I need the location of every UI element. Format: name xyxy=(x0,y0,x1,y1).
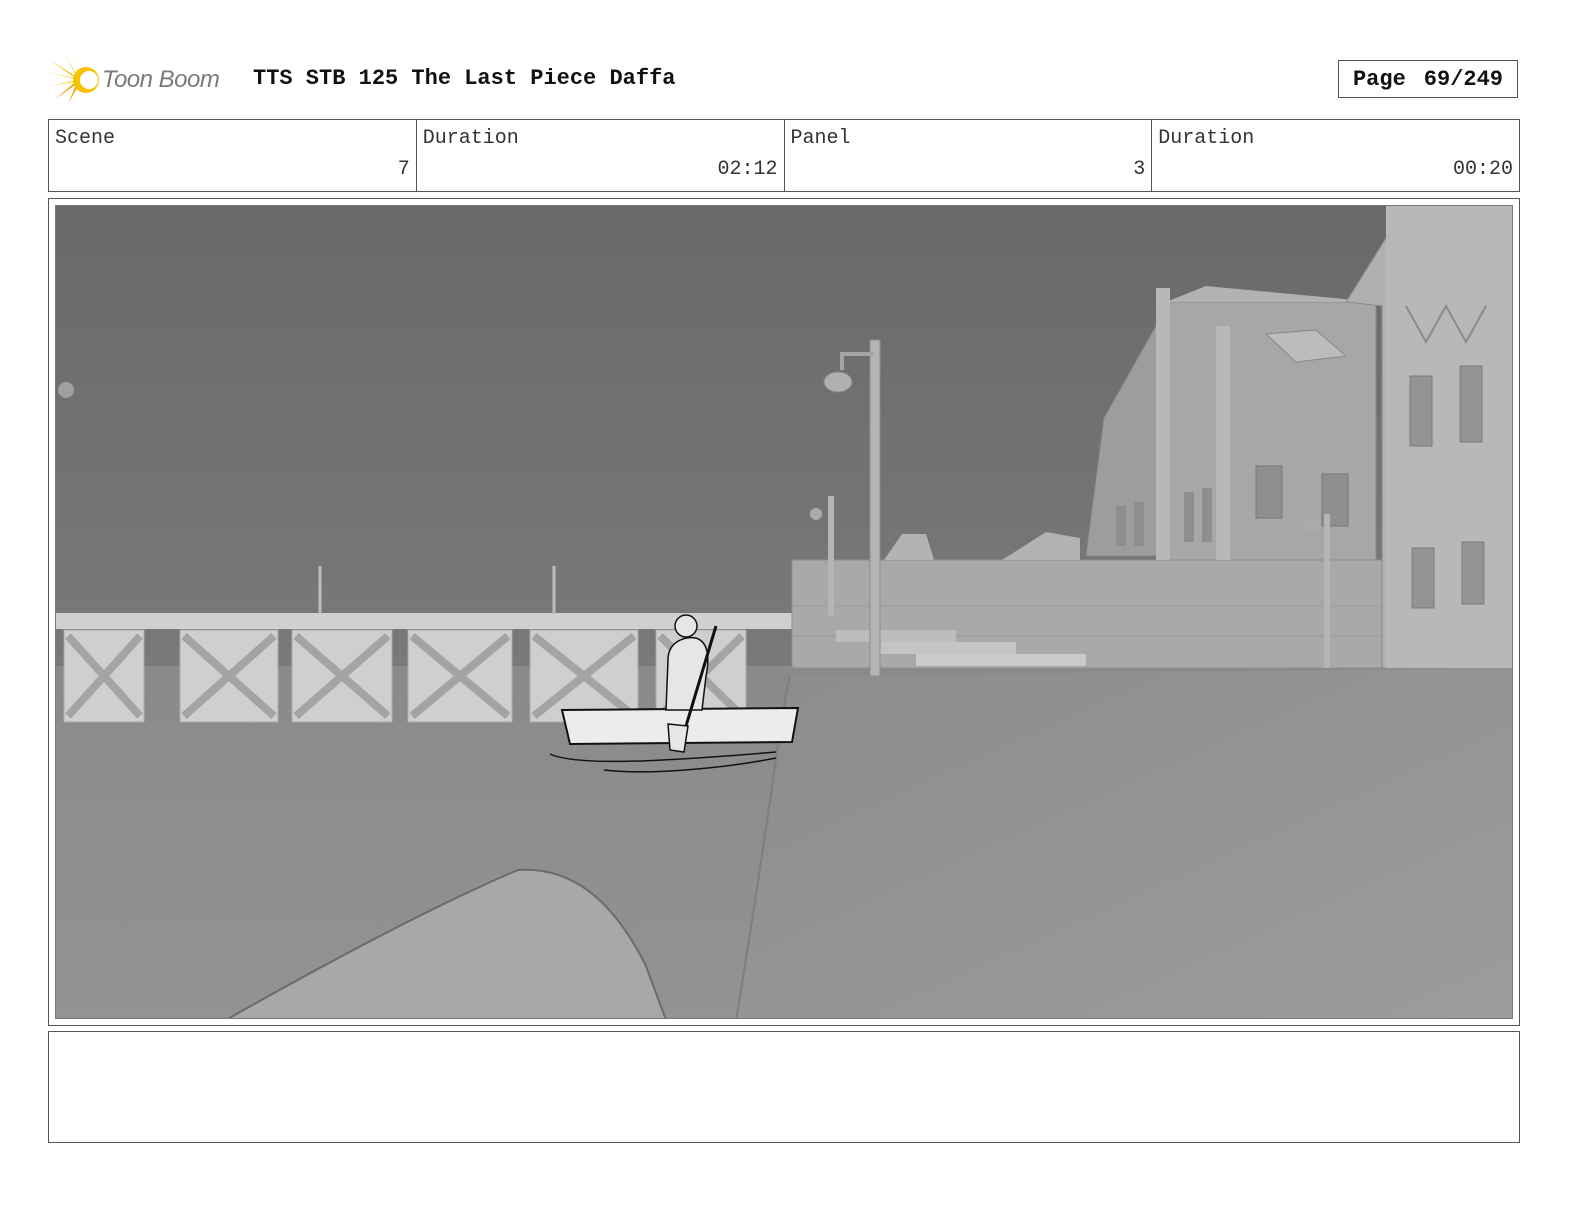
panel-duration-label: Duration xyxy=(1158,127,1255,150)
storyboard-panel-frame xyxy=(48,198,1520,1026)
panel-duration-cell: Duration 00:20 xyxy=(1152,120,1519,191)
toon-boom-logo: Toon Boom xyxy=(48,54,238,106)
scene-label: Scene xyxy=(55,127,116,150)
panel-notes-box xyxy=(48,1031,1520,1143)
panel-cell: Panel 3 xyxy=(785,120,1153,191)
brand-name: Toon Boom xyxy=(102,66,220,93)
scene-duration-label: Duration xyxy=(422,127,519,150)
project-title: TTS STB 125 The Last Piece Daffa xyxy=(253,66,676,91)
storyboard-header: Toon Boom TTS STB 125 The Last Piece Daf… xyxy=(48,52,1520,108)
panel-value: 3 xyxy=(1133,158,1146,181)
panel-label: Panel xyxy=(790,127,851,150)
scene-value: 7 xyxy=(397,158,410,181)
scene-info-table: Scene 7 Duration 02:12 Panel 3 Duration … xyxy=(48,119,1520,192)
page-number: 69/249 xyxy=(1423,66,1504,92)
scene-cell: Scene 7 xyxy=(49,120,417,191)
scene-duration-value: 02:12 xyxy=(717,158,778,181)
scene-duration-cell: Duration 02:12 xyxy=(417,120,785,191)
harbor-scene-drawing xyxy=(56,206,1512,1018)
page-indicator: Page 69/249 xyxy=(1338,60,1518,98)
storyboard-panel-image xyxy=(55,205,1513,1019)
page-label: Page xyxy=(1352,66,1406,92)
toon-boom-starburst-icon xyxy=(48,56,99,104)
panel-duration-value: 00:20 xyxy=(1452,158,1513,181)
